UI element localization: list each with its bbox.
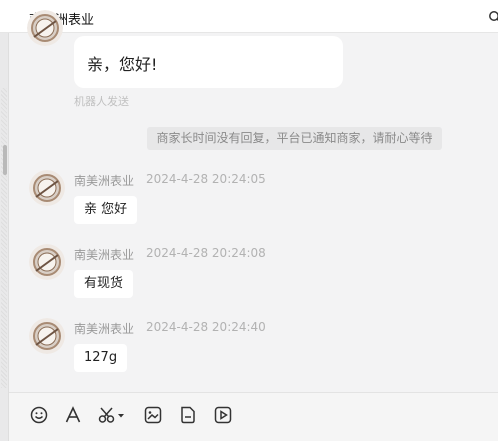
- shop-avatar[interactable]: [29, 244, 65, 280]
- strip-texture: [1, 88, 7, 388]
- shop-avatar[interactable]: [29, 170, 65, 206]
- message-sender: 南美洲表业: [74, 248, 135, 262]
- emoji-icon[interactable]: [29, 405, 49, 425]
- message-text: 有现货: [84, 276, 124, 291]
- scrollbar-thumb[interactable]: [3, 145, 7, 175]
- message-text: 127g: [84, 350, 118, 365]
- left-scroll-strip: [0, 33, 9, 441]
- search-icon[interactable]: [488, 9, 498, 23]
- chat-window: 南美洲表业 亲，您好! 机器人发送 商家长时间没有回复，平台已通知商家，请耐心等…: [0, 0, 498, 441]
- message-bubble: 127g: [74, 344, 128, 372]
- message-time: 2024-4-28 20:24:40: [146, 320, 266, 334]
- message-bubble: 亲 您好: [74, 196, 138, 224]
- message-text: 亲 您好: [84, 202, 128, 217]
- message-sender: 南美洲表业: [74, 322, 135, 336]
- input-toolbar: [9, 392, 498, 441]
- file-icon[interactable]: [178, 405, 198, 425]
- greeting-text: 亲，您好!: [87, 55, 158, 74]
- message-bubble: 有现货: [74, 270, 134, 298]
- system-notice: 商家长时间没有回复，平台已通知商家，请耐心等待: [147, 127, 442, 150]
- greeting-bubble: 亲，您好!: [74, 36, 343, 88]
- message-sender: 南美洲表业: [74, 174, 135, 188]
- message-time: 2024-4-28 20:24:05: [146, 172, 266, 186]
- chat-header: 南美洲表业: [0, 0, 498, 33]
- scissors-icon[interactable]: [98, 405, 126, 425]
- bot-sent-note: 机器人发送: [74, 95, 129, 108]
- image-icon[interactable]: [143, 405, 163, 425]
- shop-avatar[interactable]: [29, 318, 65, 354]
- message-time: 2024-4-28 20:24:08: [146, 246, 266, 260]
- video-icon[interactable]: [213, 405, 233, 425]
- shop-avatar[interactable]: [27, 10, 63, 46]
- font-icon[interactable]: [63, 405, 83, 425]
